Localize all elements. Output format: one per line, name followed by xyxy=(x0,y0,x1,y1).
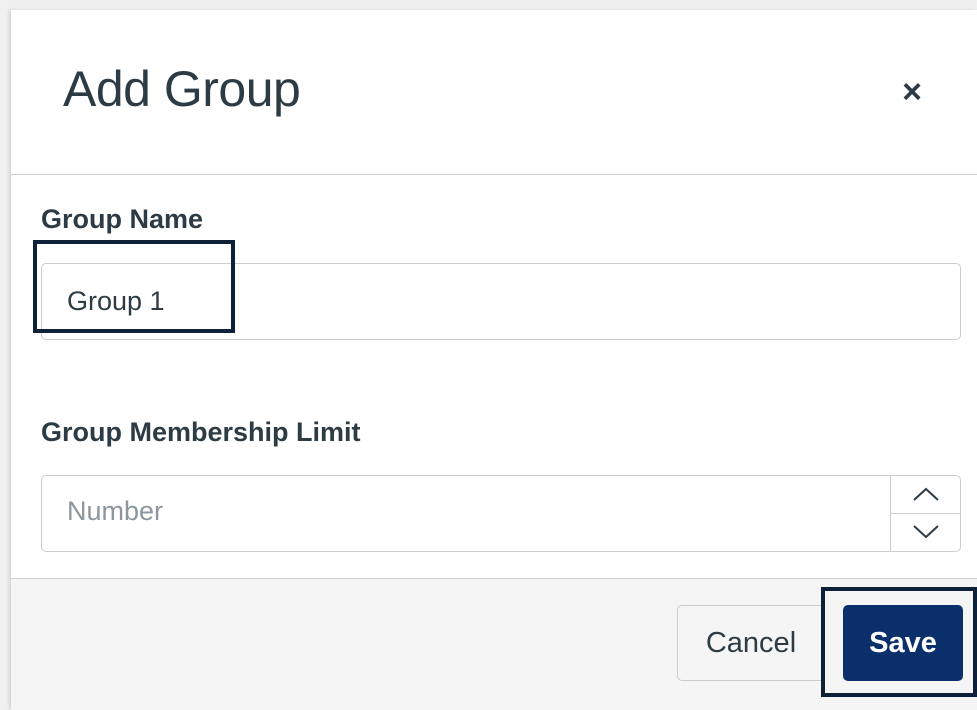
save-button[interactable]: Save xyxy=(843,605,963,681)
chevron-up-icon[interactable] xyxy=(891,476,960,514)
dialog-header: Add Group × xyxy=(11,10,977,175)
group-name-input[interactable]: Group 1 xyxy=(41,263,961,340)
dialog-footer: Cancel Save xyxy=(11,578,977,710)
group-name-value: Group 1 xyxy=(67,286,165,316)
membership-limit-label: Group Membership Limit xyxy=(41,417,361,447)
dialog-title: Add Group xyxy=(63,61,301,117)
cancel-button[interactable]: Cancel xyxy=(677,605,825,681)
membership-limit-placeholder: Number xyxy=(67,496,164,526)
membership-limit-input[interactable]: Number xyxy=(41,475,961,552)
number-stepper xyxy=(890,476,960,551)
chevron-down-icon[interactable] xyxy=(891,514,960,552)
add-group-dialog: Add Group × Group Name Group 1 Group Mem… xyxy=(11,10,977,710)
group-name-label: Group Name xyxy=(41,204,204,234)
close-icon[interactable]: × xyxy=(896,74,928,110)
